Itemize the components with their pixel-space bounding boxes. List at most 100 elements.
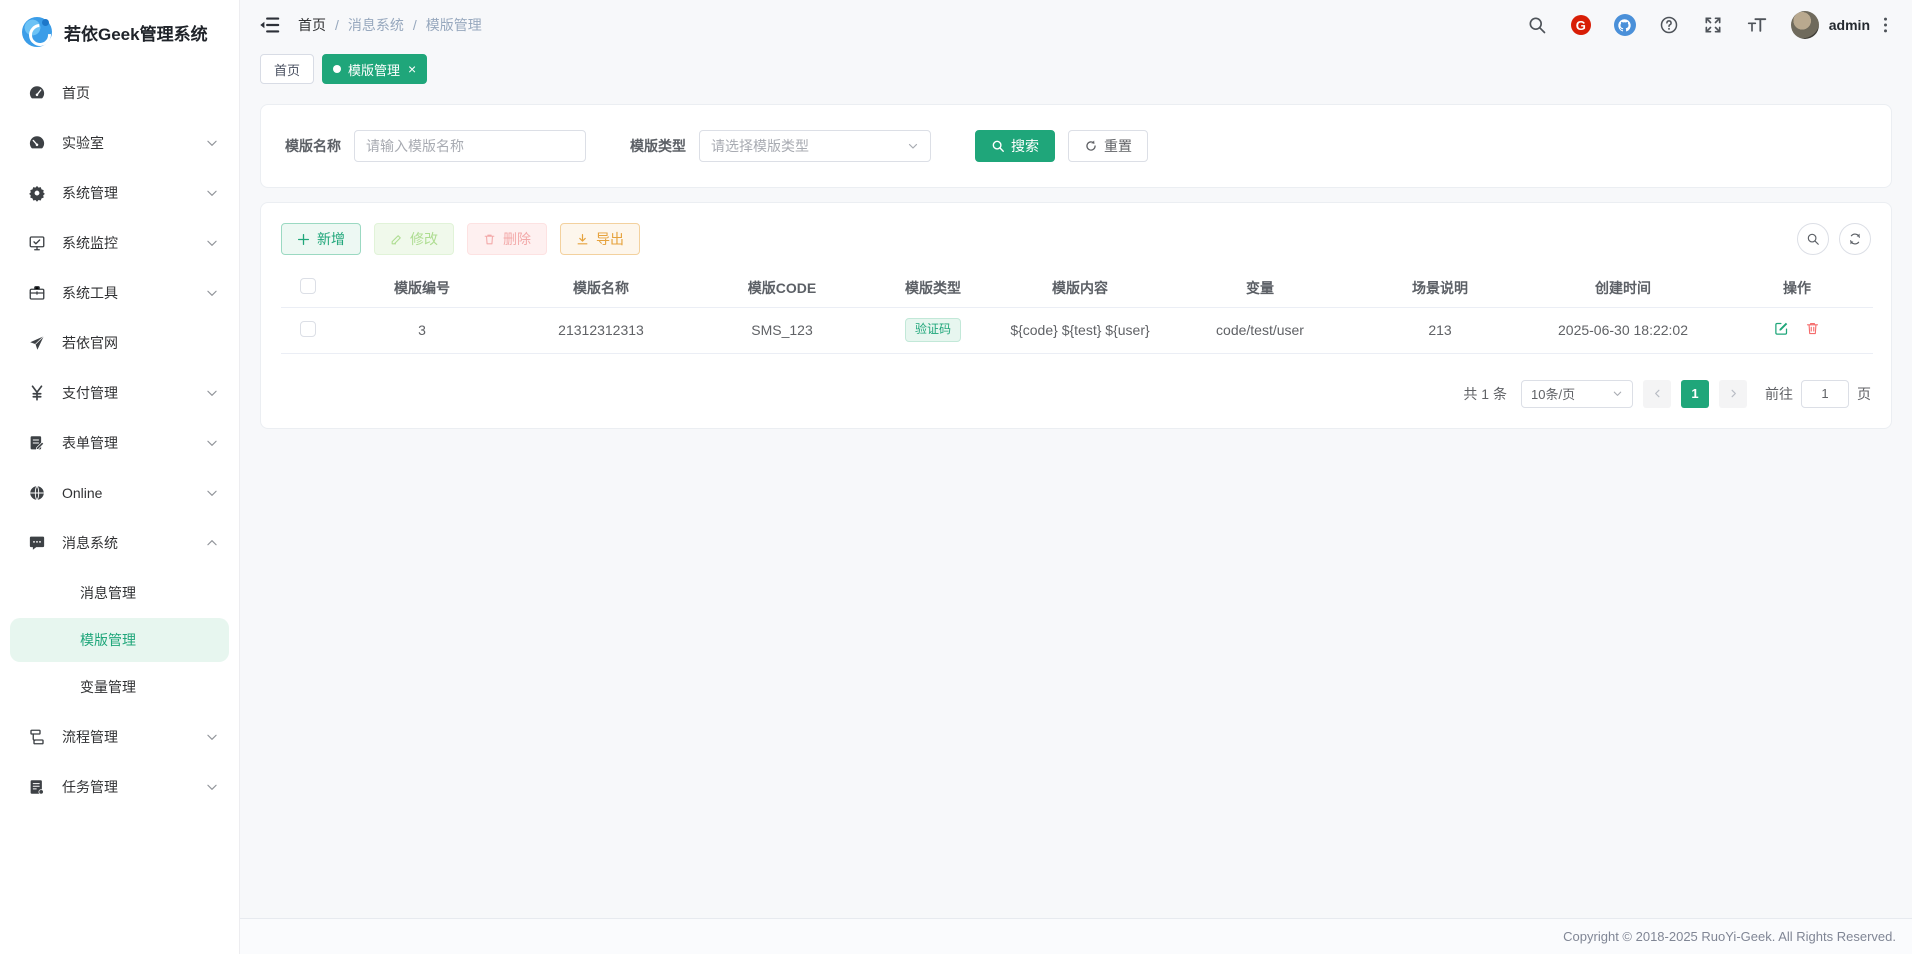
sidebar-item-official-site[interactable]: 若依官网 [0,318,239,368]
chevron-down-icon [205,236,219,250]
breadcrumb-separator: / [335,17,339,33]
sidebar-subitem-template-management[interactable]: 模版管理 [10,618,229,662]
sidebar-item-payment[interactable]: 支付管理 [0,368,239,418]
goto-page-input[interactable] [1801,380,1849,408]
add-button[interactable]: 新增 [281,223,361,255]
github-icon[interactable] [1613,13,1637,37]
template-name-label: 模版名称 [285,136,341,156]
task-icon [28,778,46,796]
select-placeholder: 请选择模版类型 [711,136,809,156]
sidebar-item-home[interactable]: 首页 [0,68,239,118]
sidebar-item-label: 任务管理 [62,777,205,797]
search-button-label: 搜索 [1011,136,1039,156]
pagination-total: 共 1 条 [1463,384,1507,404]
table-card: 新增 修改 删除 导出 [260,202,1892,429]
edit-button[interactable]: 修改 [374,223,454,255]
page-number-button[interactable]: 1 [1681,380,1709,408]
avatar[interactable] [1791,11,1819,39]
breadcrumb-home[interactable]: 首页 [298,15,326,35]
search-icon [1806,232,1820,246]
close-icon[interactable]: × [408,62,416,76]
template-name-input[interactable] [354,130,586,162]
template-type-select[interactable]: 请选择模版类型 [699,130,931,162]
add-button-label: 新增 [317,229,345,249]
cell-template-content: ${code} ${test} ${user} [995,307,1165,353]
sidebar-fold-icon[interactable] [258,14,280,36]
plus-icon [297,233,310,246]
cell-created-at: 2025-06-30 18:22:02 [1525,307,1721,353]
app-root: 若依Geek管理系统 首页 实验室 系统管理 [0,0,1912,954]
page-content: 模版名称 模版类型 请选择模版类型 搜索 重置 [240,88,1912,918]
refresh-icon [1848,232,1862,246]
breadcrumb-message-system[interactable]: 消息系统 [348,15,404,35]
row-edit-icon[interactable] [1774,321,1789,336]
col-actions: 操作 [1721,269,1873,307]
font-size-icon[interactable] [1745,13,1769,37]
sidebar-subitem-variable-management[interactable]: 变量管理 [10,665,229,709]
row-delete-icon[interactable] [1805,321,1820,336]
show-search-button[interactable] [1797,223,1829,255]
col-variables: 变量 [1165,269,1355,307]
chevron-left-icon [1652,388,1663,399]
app-title: 若依Geek管理系统 [64,20,208,45]
export-button[interactable]: 导出 [560,223,640,255]
table-row[interactable]: 3 21312312313 SMS_123 验证码 ${code} ${test… [281,307,1873,353]
select-all-checkbox[interactable] [300,278,316,294]
search-button[interactable]: 搜索 [975,130,1055,162]
sidebar-item-system-tools[interactable]: 系统工具 [0,268,239,318]
template-type-label: 模版类型 [630,136,686,156]
pagination: 共 1 条 10条/页 1 前往 页 [281,380,1871,408]
filter-card: 模版名称 模版类型 请选择模版类型 搜索 重置 [260,104,1892,188]
logo-row[interactable]: 若依Geek管理系统 [0,0,239,64]
refresh-table-button[interactable] [1839,223,1871,255]
cell-variables: code/test/user [1165,307,1355,353]
col-template-code: 模版CODE [693,269,871,307]
gitee-icon[interactable]: G [1569,13,1593,37]
sidebar-item-workflow[interactable]: 流程管理 [0,712,239,762]
search-icon[interactable] [1525,13,1549,37]
cell-scene: 213 [1355,307,1525,353]
tab-label: 模版管理 [348,60,400,79]
col-template-type: 模版类型 [871,269,995,307]
edit-button-label: 修改 [410,229,438,249]
help-icon[interactable] [1657,13,1681,37]
sidebar-item-forms[interactable]: 表单管理 [0,418,239,468]
sidebar-item-message-system[interactable]: 消息系统 [0,518,239,568]
paper-plane-icon [28,334,46,352]
table-toolbar: 新增 修改 删除 导出 [281,223,1871,255]
username-label[interactable]: admin [1829,17,1870,33]
toolbox-icon [28,284,46,302]
tabs-bar: 首页 模版管理 × [240,50,1912,88]
sidebar-item-system-monitor[interactable]: 系统监控 [0,218,239,268]
gitee-badge: G [1571,15,1591,35]
cell-template-name: 21312312313 [509,307,693,353]
sidebar-menu: 首页 实验室 系统管理 系统监控 [0,64,239,954]
tab-template-management[interactable]: 模版管理 × [322,54,427,84]
tab-home[interactable]: 首页 [260,54,314,84]
sidebar-item-online[interactable]: Online [0,468,239,518]
yen-icon [28,384,46,402]
reset-button-label: 重置 [1104,136,1132,156]
sidebar-subitem-message-management[interactable]: 消息管理 [10,571,229,615]
reset-button[interactable]: 重置 [1068,130,1148,162]
sidebar-item-tasks[interactable]: 任务管理 [0,762,239,812]
fullscreen-icon[interactable] [1701,13,1725,37]
col-template-name: 模版名称 [509,269,693,307]
sidebar-item-lab[interactable]: 实验室 [0,118,239,168]
gauge-icon [28,134,46,152]
next-page-button[interactable] [1719,380,1747,408]
prev-page-button[interactable] [1643,380,1671,408]
chevron-down-icon [205,780,219,794]
app-logo-icon [22,17,52,47]
delete-button[interactable]: 删除 [467,223,547,255]
chevron-down-icon [907,140,919,152]
breadcrumb-separator: / [413,17,417,33]
sidebar-item-label: 支付管理 [62,383,205,403]
cell-template-id: 3 [335,307,509,353]
page-size-select[interactable]: 10条/页 [1521,380,1633,408]
copyright-text: Copyright © 2018-2025 RuoYi-Geek. All Ri… [1563,929,1896,944]
cell-template-code: SMS_123 [693,307,871,353]
row-checkbox[interactable] [300,321,316,337]
more-menu-icon[interactable] [1876,13,1894,37]
sidebar-item-system-admin[interactable]: 系统管理 [0,168,239,218]
